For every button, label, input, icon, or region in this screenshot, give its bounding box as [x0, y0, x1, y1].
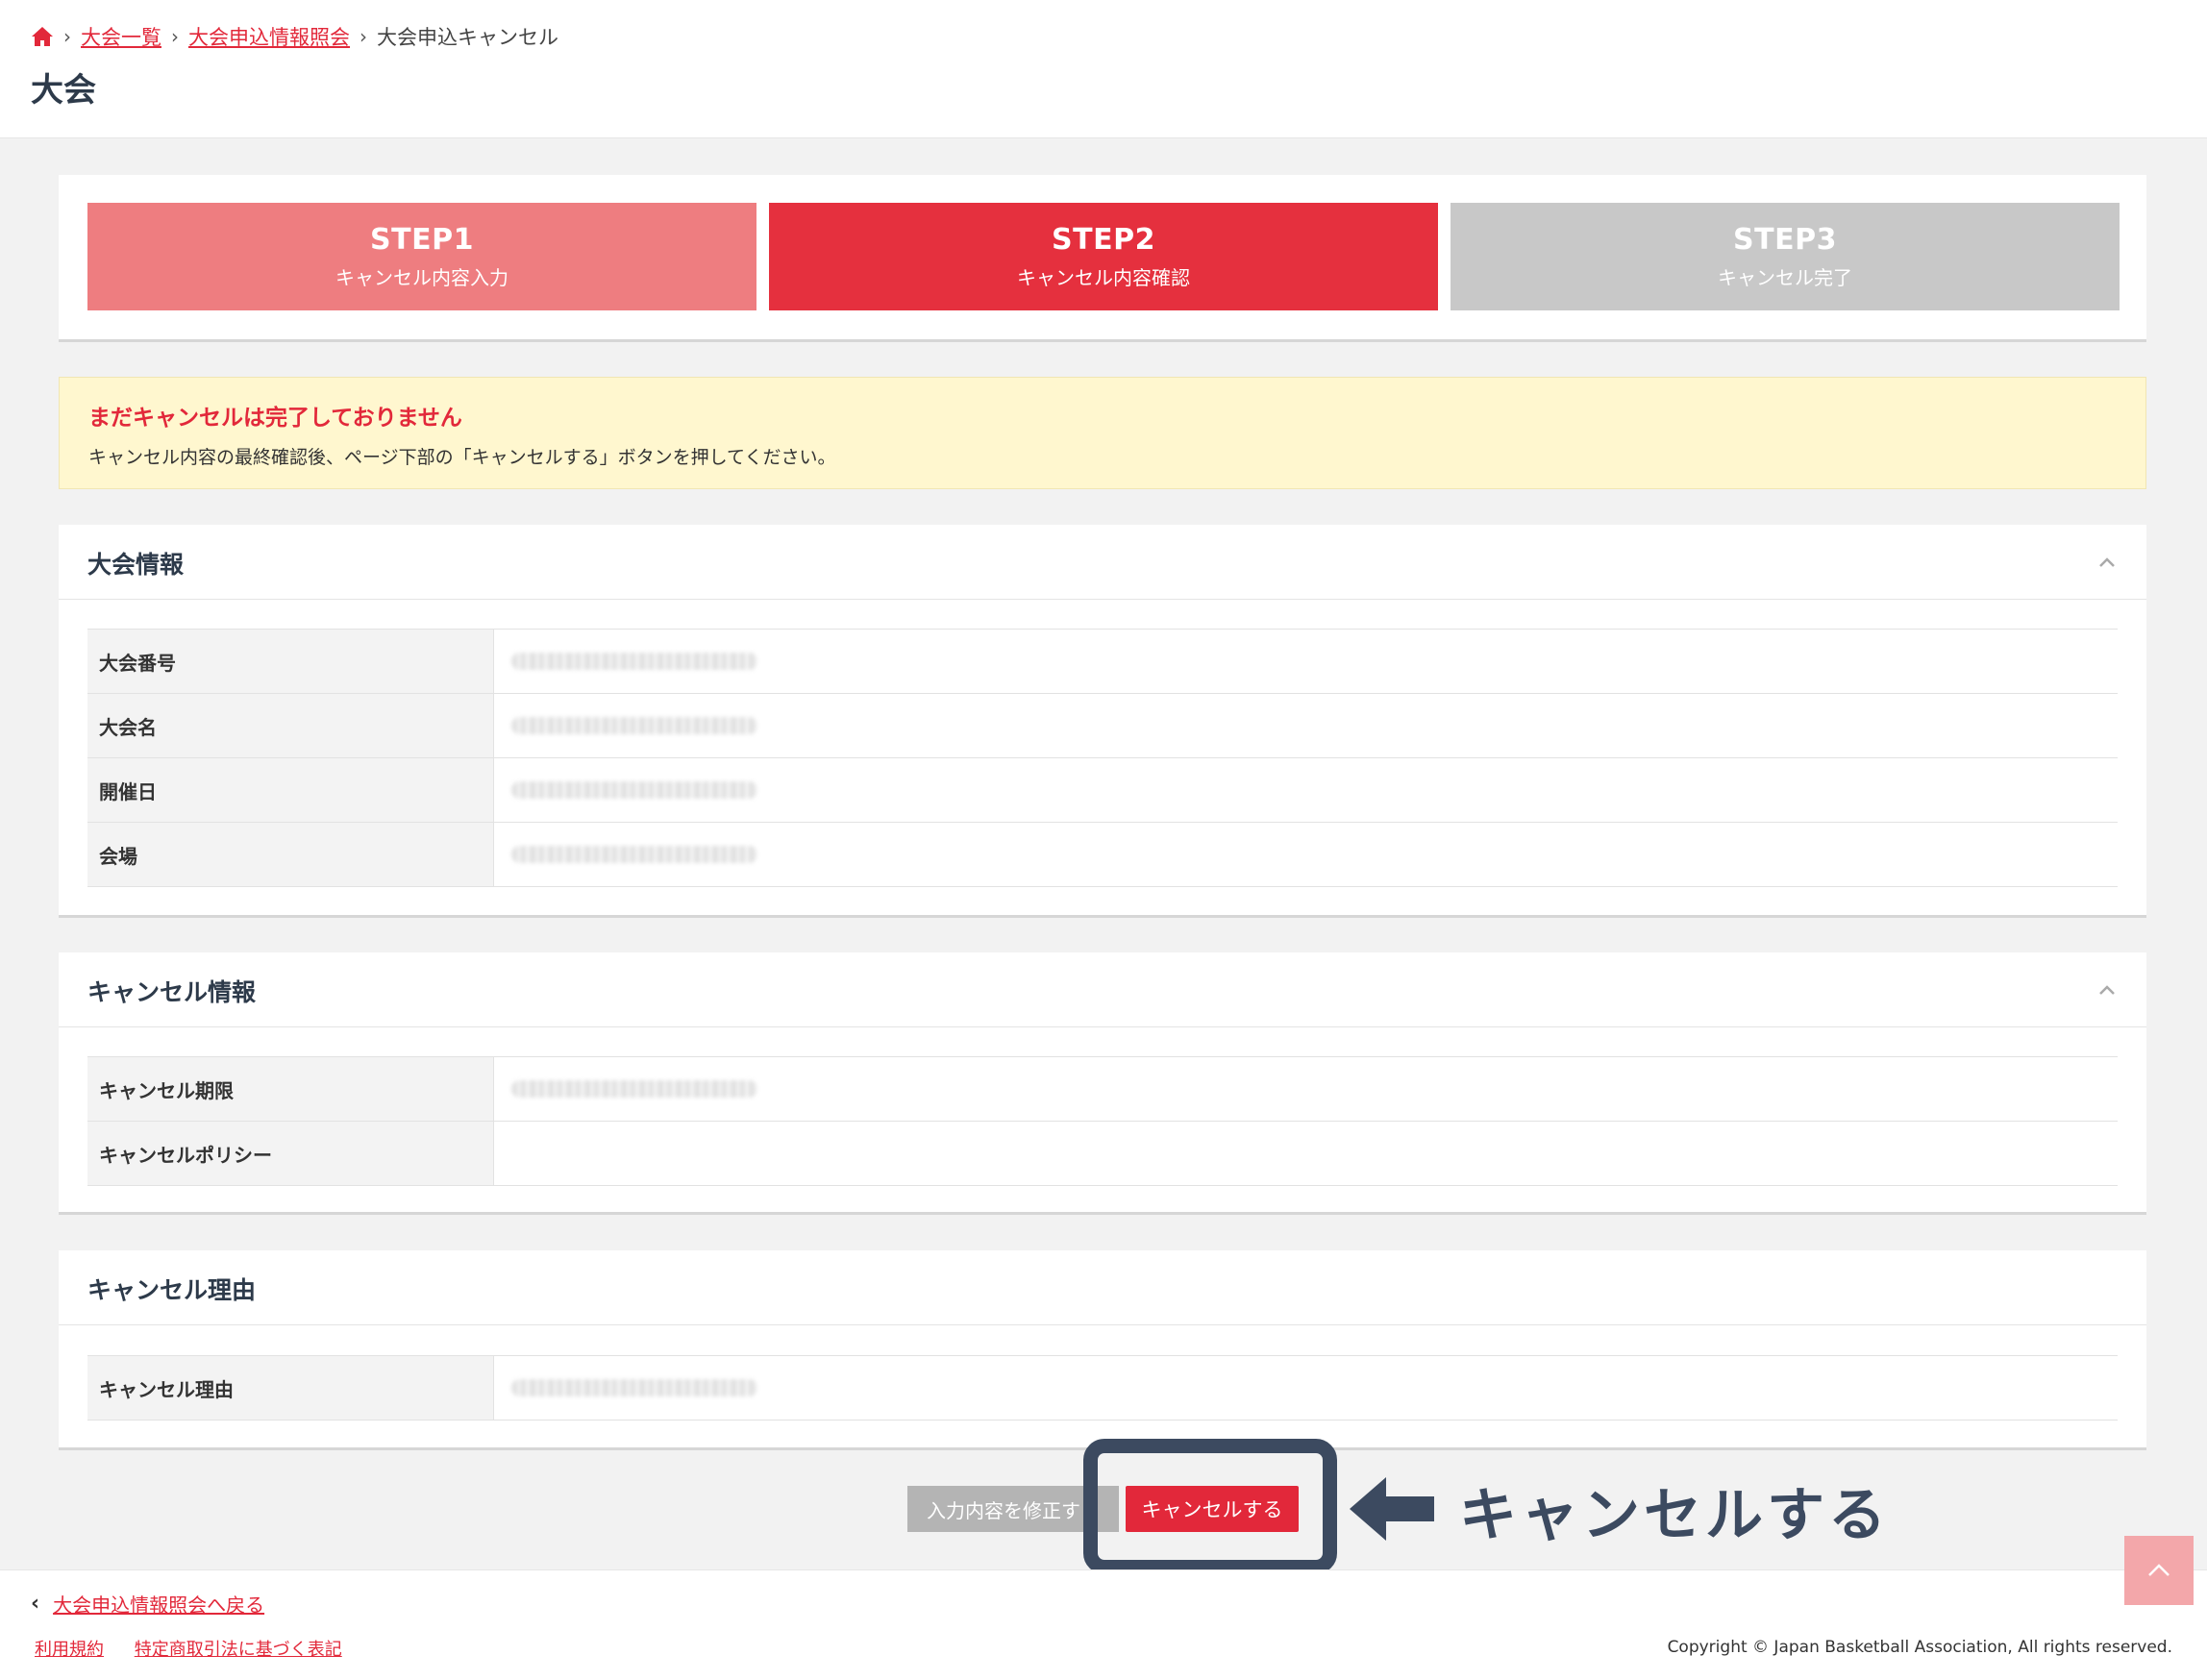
breadcrumb-item-tournament-list[interactable]: 大会一覧 [81, 22, 161, 51]
row-label: 会場 [87, 823, 494, 886]
table-row: 大会名 [87, 694, 2118, 758]
page-header: › 大会一覧 › 大会申込情報照会 › 大会申込キャンセル 大会 [0, 0, 2207, 138]
step-label: キャンセル完了 [1718, 266, 1852, 289]
breadcrumb-separator: › [171, 25, 179, 48]
row-value [494, 1122, 2118, 1185]
section-header: キャンセル理由 [59, 1250, 2146, 1325]
chevron-up-icon[interactable] [2096, 552, 2118, 573]
step-number: STEP1 [370, 223, 474, 257]
row-label: 大会番号 [87, 630, 494, 693]
step-number: STEP3 [1733, 223, 1837, 257]
redacted-value [511, 846, 757, 863]
scroll-to-top-button[interactable] [2124, 1536, 2194, 1605]
table-row: キャンセル期限 [87, 1057, 2118, 1122]
notice-title: まだキャンセルは完了しておりません [88, 406, 462, 431]
row-value [494, 758, 2118, 822]
redacted-value [511, 1080, 757, 1098]
chevron-up-icon [2148, 1564, 2170, 1576]
row-value [494, 694, 2118, 757]
breadcrumb: › 大会一覧 › 大会申込情報照会 › 大会申込キャンセル [31, 21, 558, 52]
breadcrumb-separator: › [63, 25, 71, 48]
breadcrumb-current: 大会申込キャンセル [377, 26, 558, 49]
back-link-text[interactable]: 大会申込情報照会へ戻る [53, 1590, 264, 1618]
step-1: STEP1 キャンセル内容入力 [87, 203, 756, 310]
cancel-reason-section: キャンセル理由 キャンセル理由 [59, 1250, 2146, 1450]
step-2: STEP2 キャンセル内容確認 [769, 203, 1438, 310]
table-row: 開催日 [87, 758, 2118, 823]
redacted-value [511, 653, 757, 670]
annotation-highlight-box [1083, 1439, 1337, 1574]
copyright: Copyright © Japan Basketball Association… [1667, 1638, 2172, 1657]
table-row: 大会番号 [87, 630, 2118, 694]
row-label: 開催日 [87, 758, 494, 822]
back-link[interactable]: ‹ 大会申込情報照会へ戻る [31, 1590, 264, 1618]
table-row: 会場 [87, 823, 2118, 887]
row-label: キャンセル期限 [87, 1057, 494, 1121]
section-header[interactable]: 大会情報 [59, 525, 2146, 600]
breadcrumb-separator: › [360, 25, 367, 48]
row-label: キャンセル理由 [87, 1356, 494, 1420]
section-title: キャンセル情報 [87, 978, 257, 1006]
cancel-info-section: キャンセル情報 キャンセル期限 キャンセルポリシー [59, 952, 2146, 1215]
row-value [494, 823, 2118, 886]
info-table: 大会番号 大会名 開催日 会場 [87, 629, 2118, 887]
arrow-left-icon [1350, 1477, 1434, 1541]
footer-links: 利用規約 特定商取引法に基づく表記 [35, 1636, 367, 1661]
redacted-value [511, 1379, 757, 1396]
info-table: キャンセル期限 キャンセルポリシー [87, 1056, 2118, 1186]
footer-link-terms[interactable]: 利用規約 [35, 1640, 104, 1660]
info-table: キャンセル理由 [87, 1355, 2118, 1421]
breadcrumb-item-application-inquiry[interactable]: 大会申込情報照会 [188, 22, 350, 51]
step-indicator: STEP1 キャンセル内容入力 STEP2 キャンセル内容確認 STEP3 キャ… [59, 175, 2146, 342]
row-label: 大会名 [87, 694, 494, 757]
step-label: キャンセル内容確認 [1017, 266, 1190, 289]
step-3: STEP3 キャンセル完了 [1451, 203, 2120, 310]
section-title: 大会情報 [87, 551, 185, 579]
footer-link-legal-notice[interactable]: 特定商取引法に基づく表記 [135, 1640, 342, 1660]
tournament-info-section: 大会情報 大会番号 大会名 開催日 会場 [59, 525, 2146, 918]
table-row: キャンセル理由 [87, 1356, 2118, 1421]
page-footer: ‹ 大会申込情報照会へ戻る 利用規約 特定商取引法に基づく表記 Copyrigh… [0, 1569, 2207, 1680]
row-value [494, 1057, 2118, 1121]
annotation-label: キャンセルする [1459, 1482, 1890, 1549]
warning-notice: まだキャンセルは完了しておりません キャンセル内容の最終確認後、ページ下部の「キ… [59, 377, 2146, 489]
table-row: キャンセルポリシー [87, 1122, 2118, 1186]
step-number: STEP2 [1052, 223, 1155, 257]
chevron-up-icon[interactable] [2096, 979, 2118, 1001]
section-title: キャンセル理由 [87, 1276, 257, 1304]
page-title: 大会 [31, 71, 96, 110]
step-label: キャンセル内容入力 [335, 266, 508, 289]
redacted-value [511, 781, 757, 799]
section-header[interactable]: キャンセル情報 [59, 952, 2146, 1027]
row-value [494, 630, 2118, 693]
row-value [494, 1356, 2118, 1420]
notice-message: キャンセル内容の最終確認後、ページ下部の「キャンセルする」ボタンを押してください… [88, 447, 836, 468]
row-label: キャンセルポリシー [87, 1122, 494, 1185]
home-icon[interactable] [31, 26, 54, 47]
chevron-left-icon: ‹ [31, 1592, 40, 1616]
redacted-value [511, 717, 757, 734]
